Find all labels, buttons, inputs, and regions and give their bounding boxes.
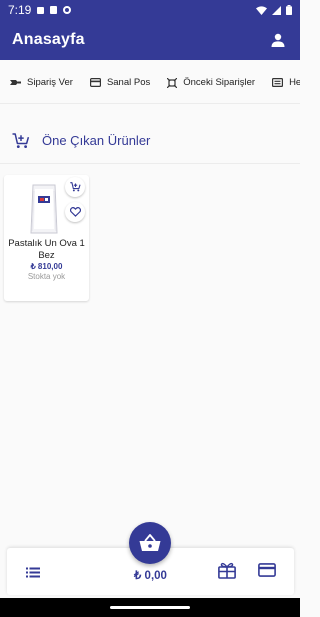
page-title: Anasayfa [12,31,85,48]
quick-menu: Sipariş Ver Sanal Pos Önceki Siparişler … [0,62,300,104]
menu-item-order[interactable]: Sipariş Ver [0,77,80,88]
status-time: 7:19 [8,3,32,17]
product-card[interactable]: Pastalık Un Ova 1 Bez ₺ 810,00 Stokta yo… [4,175,89,301]
home-gesture-handle[interactable] [110,606,190,609]
account-icon [271,33,285,47]
profile-button[interactable] [268,30,288,50]
featured-title: Öne Çıkan Ürünler [42,133,151,148]
product-name: Pastalık Un Ova 1 Bez [8,238,85,261]
mail-icon [37,6,45,14]
wifi-icon [256,5,267,15]
screen: 7:19 Anasayfa Sipariş Ver Sanal Pos Önce… [0,0,300,617]
basket-total: ₺ 0,00 [134,570,167,582]
menu-item-label: Önceki Siparişler [183,77,256,88]
signal-icon [272,5,281,15]
app-circle-icon [63,6,72,14]
menu-item-virtual-pos[interactable]: Sanal Pos [80,77,157,88]
menu-item-partial[interactable]: He [262,77,300,88]
menu-item-label: He [289,77,300,88]
status-left: 7:19 [8,3,72,17]
system-nav-bar [0,598,300,617]
favorite-button[interactable] [65,202,85,222]
battery-icon [286,5,292,15]
product-price: ₺ 810,00 [30,262,63,271]
add-to-cart-button[interactable] [65,177,85,197]
receipt-icon [272,78,284,87]
status-bar: 7:19 [0,0,300,20]
history-icon [167,77,178,88]
menu-item-previous-orders[interactable]: Önceki Siparişler [157,77,262,88]
stock-status: Stokta yok [27,272,66,281]
heart-icon [69,207,81,217]
cart-icon [12,132,30,148]
menu-item-label: Sipariş Ver [27,77,73,88]
payment-card-button[interactable] [257,560,277,580]
product-image [30,184,58,234]
status-right [256,5,292,15]
featured-header: Öne Çıkan Ürünler [0,118,300,164]
credit-card-icon [89,78,101,87]
basket-icon [139,534,161,551]
sim-card-icon [50,6,58,14]
menu-item-label: Sanal Pos [106,77,151,88]
add-to-cart-icon [69,182,81,192]
app-bar: Anasayfa [0,20,300,60]
order-icon [10,80,21,85]
gift-button[interactable] [217,560,237,580]
credit-card-icon [258,563,276,577]
gift-icon [218,562,236,579]
basket-button[interactable] [129,522,171,564]
